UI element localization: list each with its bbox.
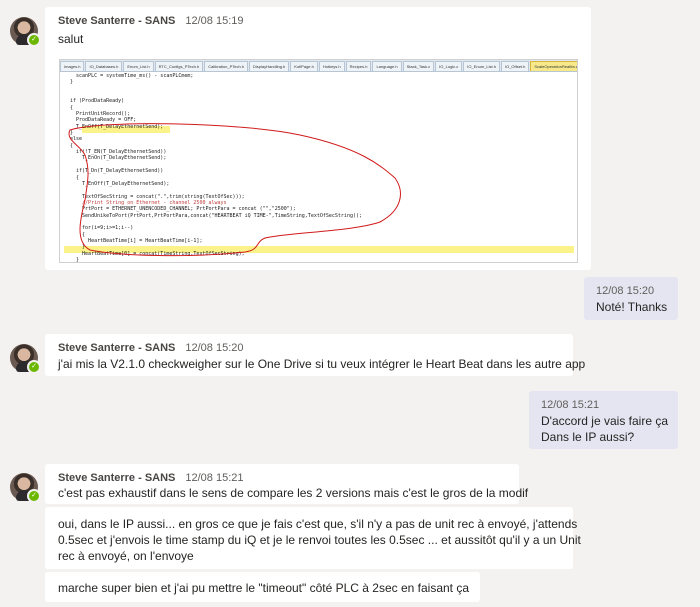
author-name: Steve Santerre - SANS: [58, 15, 176, 27]
message-bubble-self[interactable]: 12/08 15:21 D'accord je vais faire ça Da…: [529, 391, 678, 449]
message-meta: Steve Santerre - SANS 12/08 15:20: [58, 342, 244, 354]
message-timestamp: 12/08 15:19: [185, 15, 244, 27]
message-text: c'est pas exhaustif dans le sens de comp…: [58, 486, 529, 500]
message-text: Noté! Thanks: [596, 300, 668, 314]
message-text-line: 0.5sec et j'envois le time stamp du iQ e…: [58, 533, 581, 547]
message-bubble[interactable]: Steve Santerre - SANS 12/08 15:21 c'est p…: [45, 464, 528, 504]
avatar[interactable]: ✓: [10, 473, 41, 503]
message-bubble-self[interactable]: 12/08 15:20 Noté! Thanks: [584, 277, 678, 320]
author-name: Steve Santerre - SANS: [58, 342, 176, 354]
message-meta: Steve Santerre - SANS 12/08 15:21: [58, 472, 244, 484]
avatar[interactable]: ✓: [10, 17, 41, 47]
presence-available-icon: ✓: [27, 33, 41, 47]
red-annotation-circle: [68, 123, 401, 257]
message-timestamp: 12/08 15:20: [185, 342, 244, 354]
message-meta: Steve Santerre - SANS 12/08 15:19: [58, 15, 244, 27]
code-screenshot-image[interactable]: Images.h IO_Databases.h Enum_List.h RTC_Con…: [59, 59, 578, 263]
presence-available-icon: ✓: [27, 489, 41, 503]
message-bubble[interactable]: marche super bien et j'ai pu mettre le "…: [45, 572, 480, 602]
message-text-line: rec à envoyé, on l'envoye: [58, 549, 194, 563]
message-timestamp: 12/08 15:21: [185, 472, 244, 484]
message-text: marche super bien et j'ai pu mettre le "…: [58, 581, 470, 595]
avatar[interactable]: ✓: [10, 344, 41, 374]
presence-available-icon: ✓: [27, 360, 41, 374]
message-text-line: D'accord je vais faire ça: [541, 414, 669, 428]
message-text-line: oui, dans le IP aussi... en gros ce que …: [58, 517, 578, 531]
message-text: salut: [58, 32, 84, 46]
message-text-line: Dans le IP aussi?: [541, 430, 635, 444]
author-name: Steve Santerre - SANS: [58, 472, 176, 484]
message-timestamp: 12/08 15:21: [541, 399, 600, 411]
message-bubble[interactable]: oui, dans le IP aussi... en gros ce que …: [45, 507, 581, 569]
message-bubble[interactable]: Steve Santerre - SANS 12/08 15:20 j'ai mi…: [45, 334, 585, 376]
message-text: j'ai mis la V2.1.0 checkweigher sur le O…: [58, 357, 586, 371]
message-timestamp: 12/08 15:20: [596, 285, 655, 297]
